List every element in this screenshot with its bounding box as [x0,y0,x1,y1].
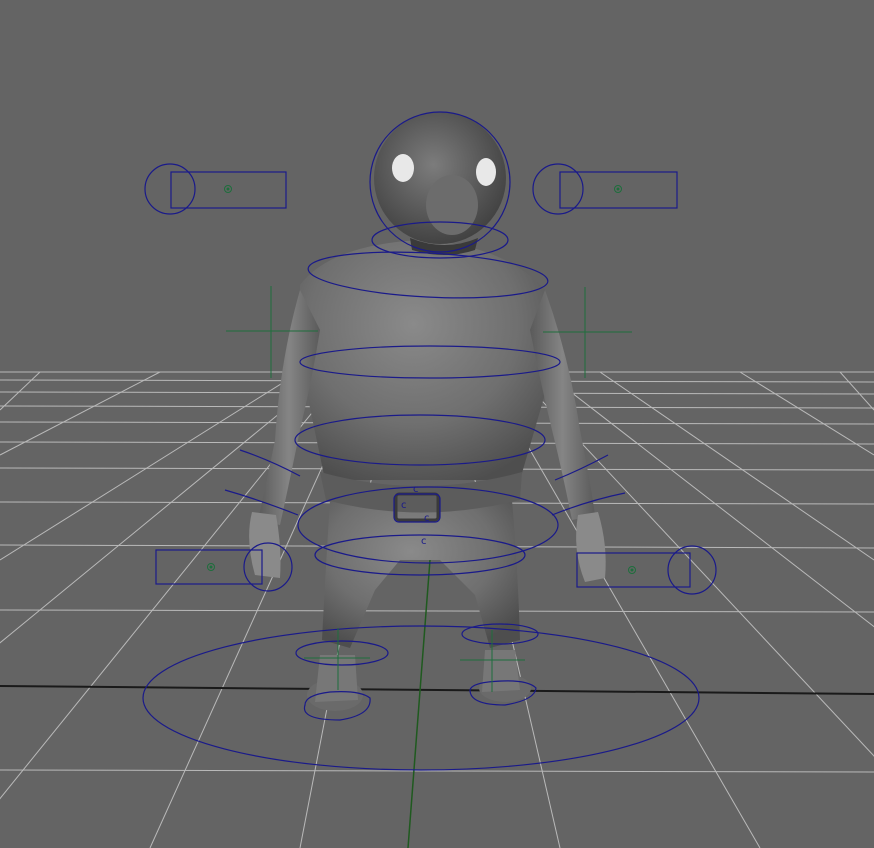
cog-label: c [421,536,427,547]
cog-label: c [401,500,407,511]
cog-label: c [424,513,430,524]
eye-control-left[interactable] [144,163,287,215]
eye-control-right[interactable] [532,163,678,215]
character-mesh[interactable] [249,112,606,711]
cog-label: c [413,484,419,495]
x-axis-line [0,685,874,695]
world-control[interactable] [142,625,700,771]
z-axis-line [407,559,431,848]
viewport-canvas[interactable]: c c c c [0,0,874,848]
3d-viewport[interactable]: c c c c [0,0,874,848]
